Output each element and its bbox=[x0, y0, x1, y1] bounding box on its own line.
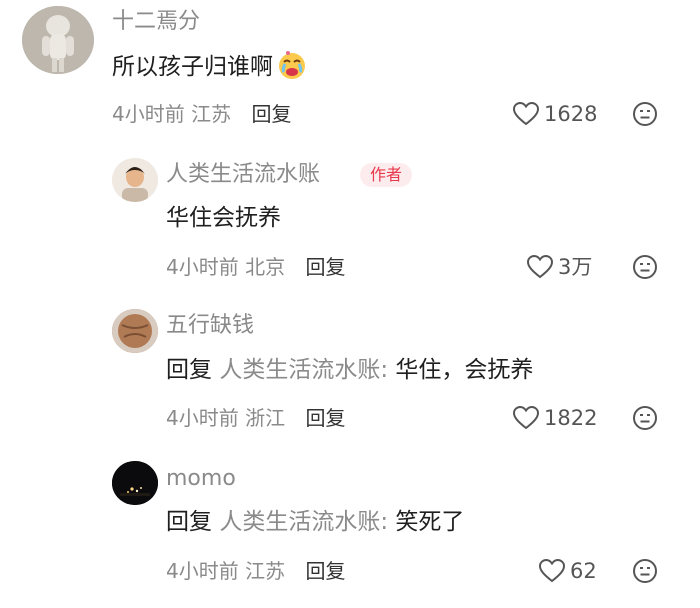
reply-button[interactable]: 回复 bbox=[305, 255, 345, 279]
user-name[interactable]: 人类生活流水账 bbox=[166, 161, 320, 189]
like-count: 1822 bbox=[544, 406, 598, 430]
avatar[interactable] bbox=[112, 461, 158, 505]
comment-body: 所以孩子归谁啊 bbox=[112, 54, 273, 80]
author-badge: 作者 bbox=[360, 163, 413, 187]
heart-icon bbox=[538, 558, 566, 584]
like-count: 62 bbox=[570, 559, 597, 583]
reply-button[interactable]: 回复 bbox=[305, 559, 345, 583]
reply-button[interactable]: 回复 bbox=[305, 406, 345, 430]
comment-body: 华住会抚养 bbox=[166, 205, 281, 231]
dislike-face-icon[interactable] bbox=[632, 558, 658, 588]
like-button[interactable]: 1822 bbox=[512, 405, 597, 431]
crying-face-emoji bbox=[277, 50, 307, 88]
avatar[interactable] bbox=[22, 6, 94, 74]
comment-meta: 4小时前 江苏 回复 bbox=[112, 101, 291, 127]
reply-word: 回复 bbox=[166, 509, 212, 535]
avatar[interactable] bbox=[112, 309, 158, 353]
comment-time: 4小时前 bbox=[166, 406, 239, 430]
comment-time: 4小时前 bbox=[166, 255, 239, 279]
comment-time: 4小时前 bbox=[112, 102, 185, 126]
user-name[interactable]: momo bbox=[166, 465, 236, 493]
comment-meta: 4小时前 江苏 回复 bbox=[166, 558, 345, 584]
comment-location: 北京 bbox=[245, 255, 286, 279]
like-button[interactable]: 62 bbox=[538, 558, 597, 584]
reply-target[interactable]: 人类生活流水账: bbox=[219, 357, 388, 383]
reply-target[interactable]: 人类生活流水账: bbox=[219, 509, 388, 535]
comment-body: 笑死了 bbox=[395, 509, 465, 535]
comment-text: 所以孩子归谁啊 bbox=[112, 50, 307, 88]
like-count: 1628 bbox=[544, 102, 598, 126]
dislike-face-icon[interactable] bbox=[632, 101, 658, 131]
like-button[interactable]: 1628 bbox=[512, 101, 597, 127]
comment-location: 江苏 bbox=[191, 102, 232, 126]
dislike-face-icon[interactable] bbox=[632, 405, 658, 435]
heart-icon bbox=[512, 405, 540, 431]
avatar[interactable] bbox=[112, 158, 158, 202]
user-name[interactable]: 五行缺钱 bbox=[166, 312, 254, 340]
comment-meta: 4小时前 浙江 回复 bbox=[166, 405, 345, 431]
heart-icon bbox=[512, 101, 540, 127]
comment-body: 华住，会抚养 bbox=[395, 357, 534, 383]
like-button[interactable]: 3万 bbox=[526, 254, 592, 280]
comment-location: 浙江 bbox=[245, 406, 286, 430]
like-count: 3万 bbox=[558, 255, 593, 279]
reply-word: 回复 bbox=[166, 357, 212, 383]
comment-text: 回复 人类生活流水账: 笑死了 bbox=[166, 507, 464, 537]
comment-meta: 4小时前 北京 回复 bbox=[166, 254, 345, 280]
user-name[interactable]: 十二焉分 bbox=[112, 8, 200, 36]
reply-button[interactable]: 回复 bbox=[251, 102, 291, 126]
comment-text: 回复 人类生活流水账: 华住，会抚养 bbox=[166, 355, 533, 385]
dislike-face-icon[interactable] bbox=[632, 254, 658, 284]
comment-time: 4小时前 bbox=[166, 559, 239, 583]
comment-location: 江苏 bbox=[245, 559, 286, 583]
heart-icon bbox=[526, 254, 554, 280]
